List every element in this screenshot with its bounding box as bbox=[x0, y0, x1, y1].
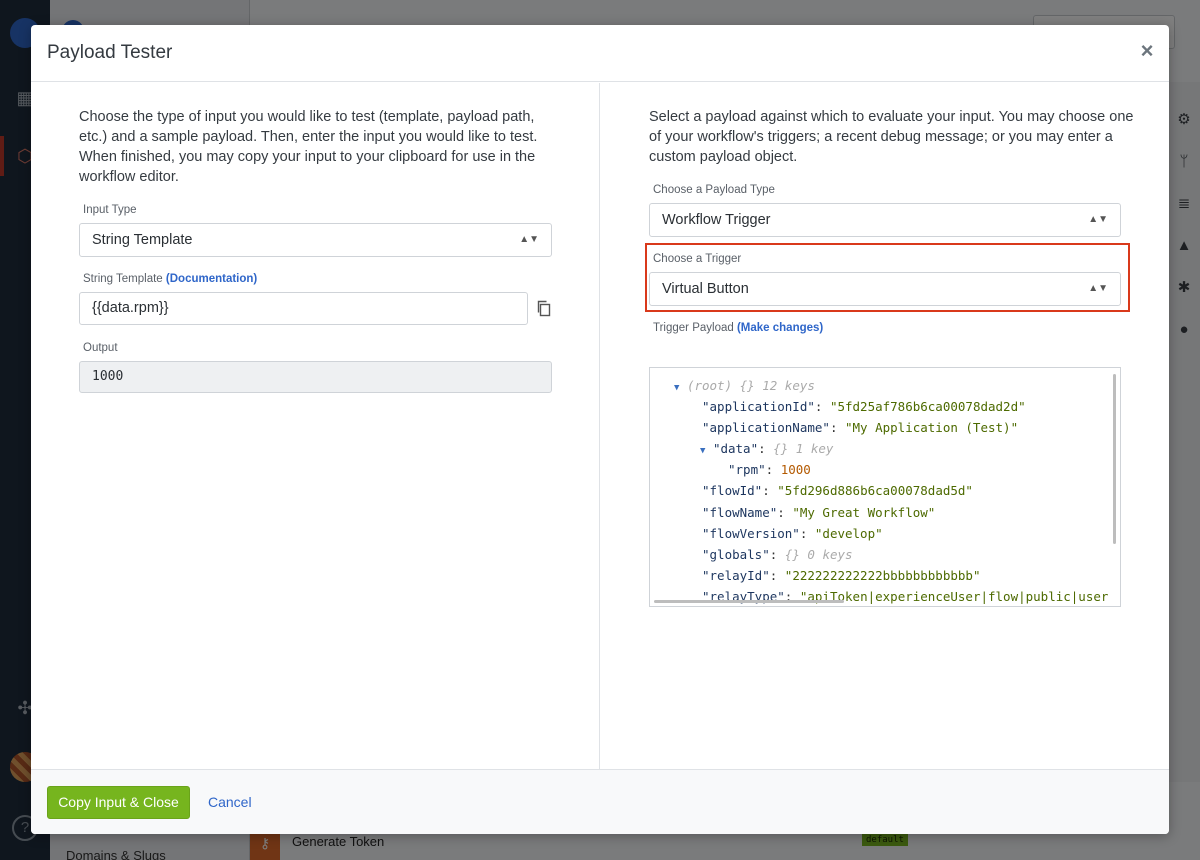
json-line: "relayId": "222222222222bbbbbbbbbbbb" bbox=[702, 568, 981, 583]
json-line: "flowId": "5fd296d886b6ca00078dad5d" bbox=[702, 483, 973, 498]
string-template-input[interactable]: {{data.rpm}} bbox=[79, 292, 528, 325]
make-changes-link[interactable]: (Make changes) bbox=[737, 322, 823, 334]
trigger-value: Virtual Button bbox=[662, 281, 749, 297]
json-line: "flowVersion": "develop" bbox=[702, 526, 883, 541]
json-line: ▼ "data": {} 1 key bbox=[700, 441, 834, 456]
json-line: "relayType": "apiToken|experienceUser|fl… bbox=[702, 589, 1109, 604]
trigger-select[interactable]: Virtual Button ▲▼ bbox=[649, 272, 1121, 306]
json-line: "globals": {} 0 keys bbox=[702, 547, 853, 562]
vertical-scrollbar[interactable] bbox=[1113, 374, 1116, 544]
modal-footer: Copy Input & Close Cancel bbox=[31, 769, 1169, 834]
select-arrows-icon: ▲▼ bbox=[1088, 283, 1108, 294]
input-type-select[interactable]: String Template ▲▼ bbox=[79, 223, 552, 257]
trigger-payload-label-text: Trigger Payload bbox=[653, 322, 734, 334]
close-icon[interactable]: × bbox=[1137, 39, 1157, 63]
payload-type-label: Choose a Payload Type bbox=[653, 184, 775, 196]
expand-triangle-icon[interactable]: ▼ bbox=[700, 446, 705, 456]
payload-type-value: Workflow Trigger bbox=[662, 212, 771, 228]
copy-input-close-button[interactable]: Copy Input & Close bbox=[47, 786, 190, 819]
cancel-button[interactable]: Cancel bbox=[208, 794, 252, 810]
trigger-payload-viewer[interactable]: ▼ (root) {} 12 keys "applicationId": "5f… bbox=[649, 367, 1121, 607]
string-template-label: String Template (Documentation) bbox=[83, 273, 257, 285]
string-template-label-text: String Template bbox=[83, 273, 163, 285]
json-line: "flowName": "My Great Workflow" bbox=[702, 505, 936, 520]
json-line: "rpm": 1000 bbox=[728, 462, 811, 477]
horizontal-scrollbar[interactable] bbox=[654, 600, 844, 603]
input-intro-text: Choose the type of input you would like … bbox=[79, 109, 538, 185]
output-label: Output bbox=[83, 342, 118, 354]
input-type-label: Input Type bbox=[83, 204, 137, 216]
modal-header: Payload Tester × bbox=[31, 25, 1169, 82]
payload-column: Select a payload against which to evalua… bbox=[601, 83, 1169, 769]
payload-type-select[interactable]: Workflow Trigger ▲▼ bbox=[649, 203, 1121, 237]
modal-title: Payload Tester bbox=[47, 42, 173, 63]
select-arrows-icon: ▲▼ bbox=[1088, 214, 1108, 225]
input-type-value: String Template bbox=[92, 232, 193, 248]
payload-tester-modal: Payload Tester × Choose the type of inpu… bbox=[31, 25, 1169, 834]
select-arrows-icon: ▲▼ bbox=[519, 234, 539, 245]
json-line: "applicationName": "My Application (Test… bbox=[702, 420, 1019, 435]
trigger-payload-label: Trigger Payload (Make changes) bbox=[653, 322, 823, 334]
input-column: Choose the type of input you would like … bbox=[31, 83, 600, 769]
output-field: 1000 bbox=[79, 361, 552, 393]
payload-intro-text: Select a payload against which to evalua… bbox=[649, 109, 1134, 165]
documentation-link[interactable]: (Documentation) bbox=[166, 273, 257, 285]
json-line: "applicationId": "5fd25af786b6ca00078dad… bbox=[702, 399, 1026, 414]
trigger-label: Choose a Trigger bbox=[653, 253, 742, 265]
copy-icon[interactable] bbox=[536, 300, 552, 318]
expand-triangle-icon[interactable]: ▼ bbox=[674, 383, 679, 393]
json-root-line: ▼ (root) {} 12 keys bbox=[674, 378, 815, 393]
